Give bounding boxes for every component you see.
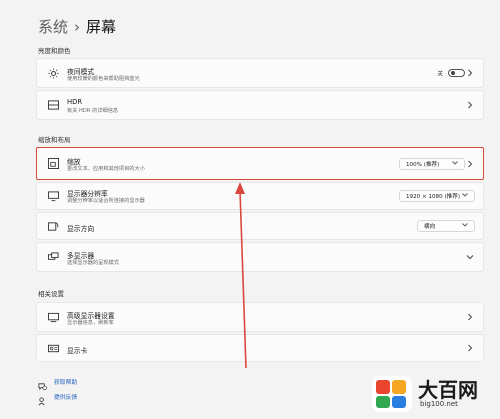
watermark-url: big100.net [420,400,458,408]
watermark-brand: 大百网 [418,378,478,402]
annotation-arrow [235,182,247,369]
